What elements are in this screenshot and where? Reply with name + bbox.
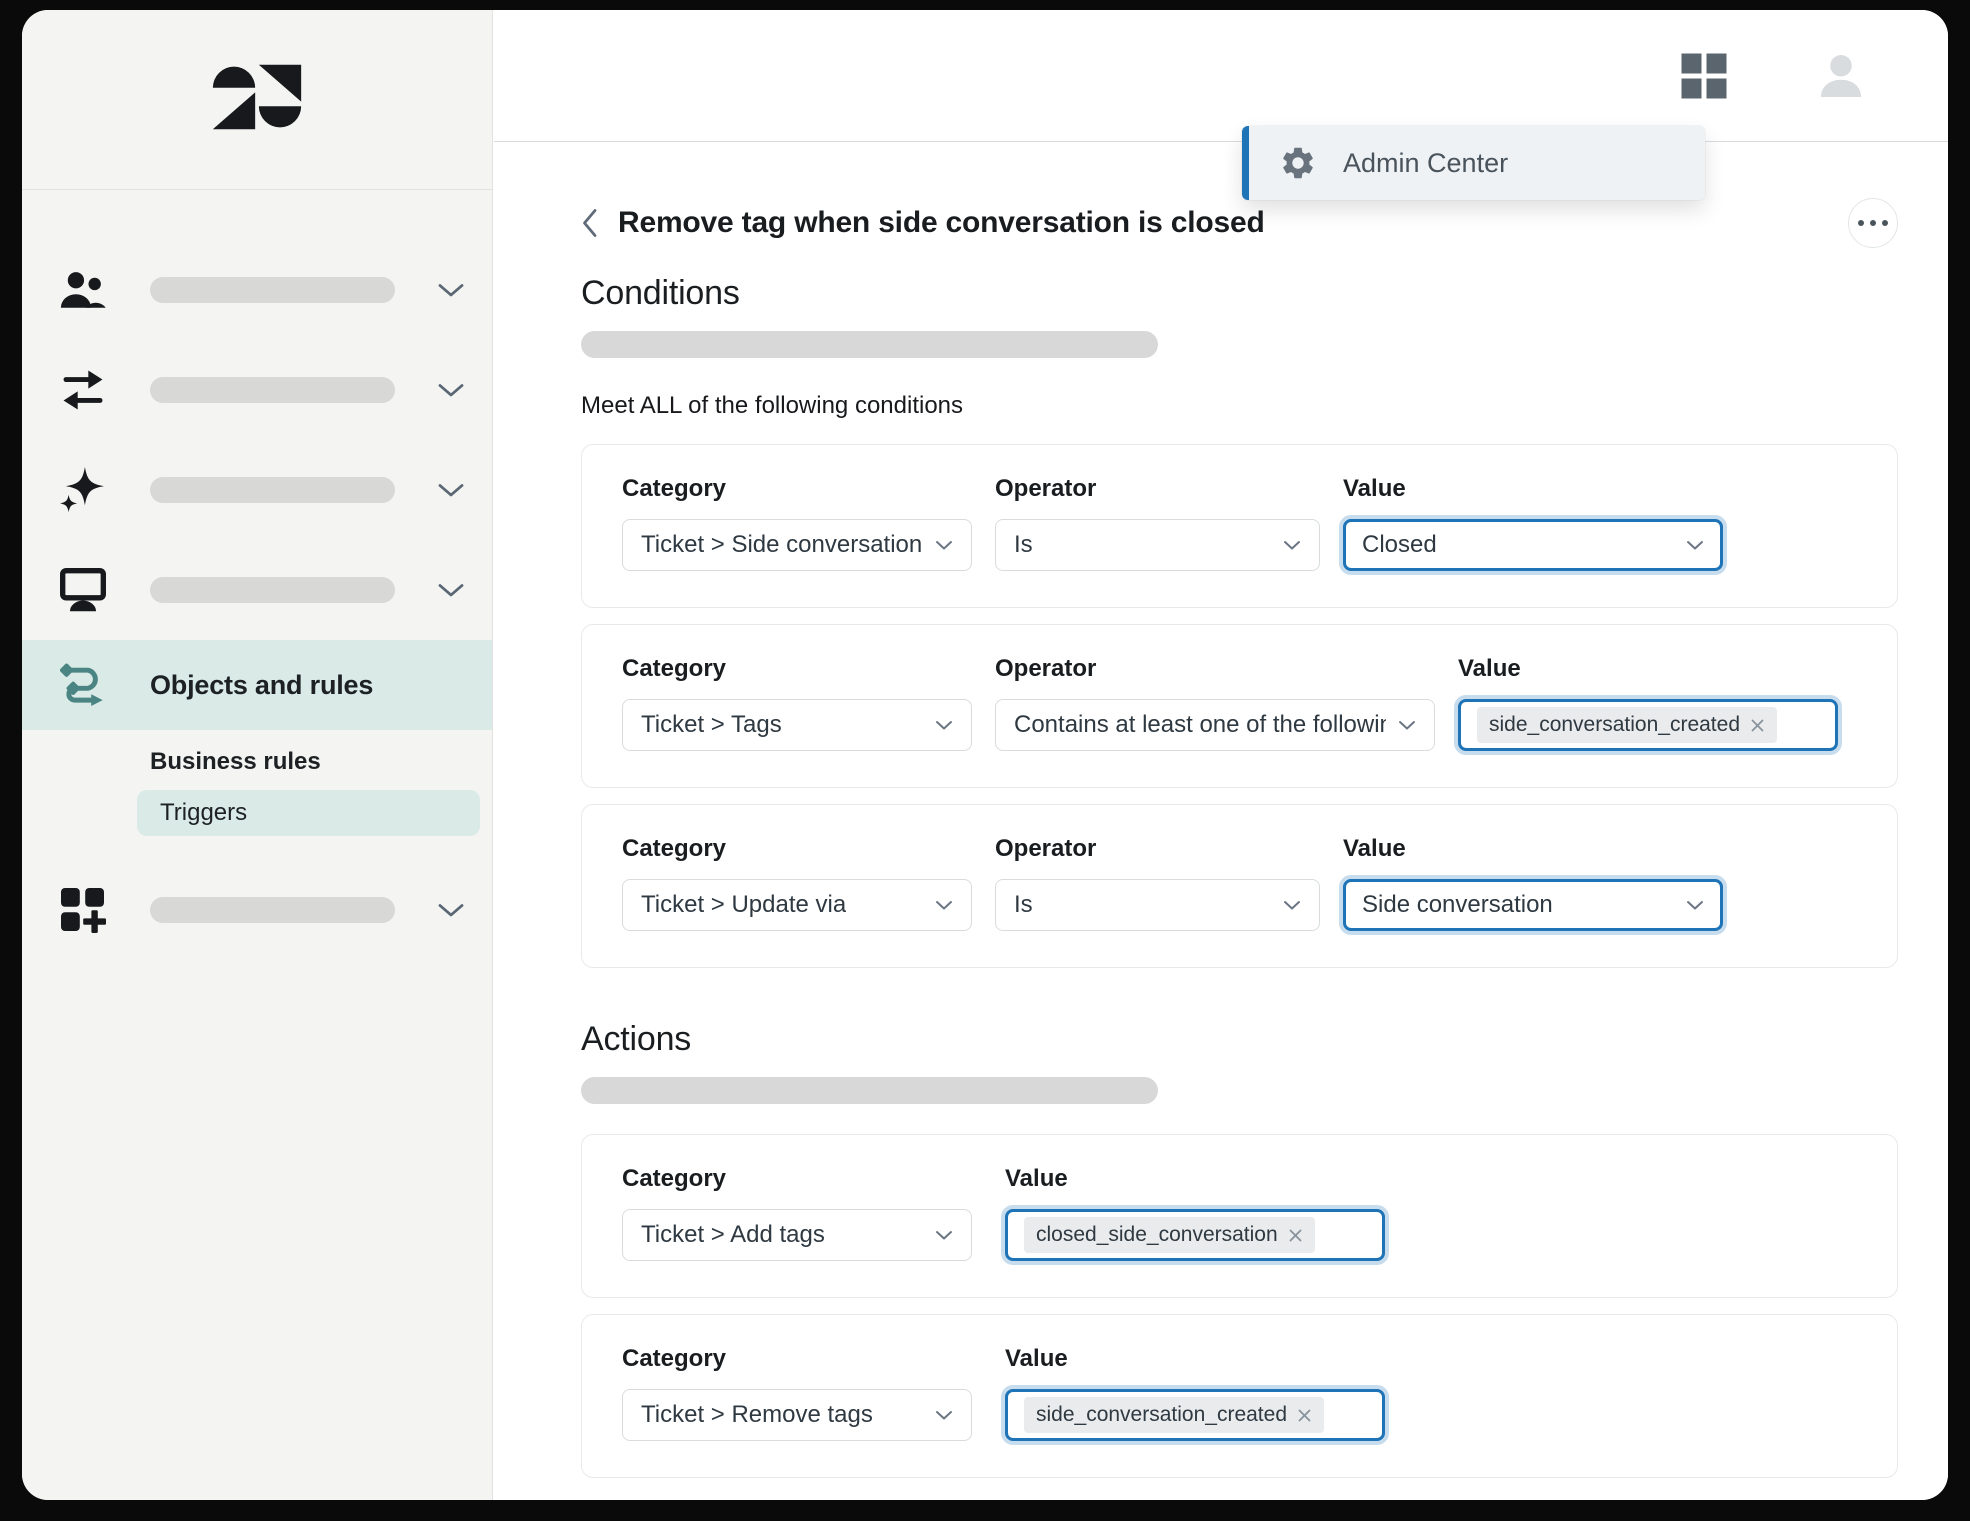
action-row: Category Ticket > Add tags Value closed_… xyxy=(581,1134,1898,1298)
condition-row: Category Ticket > Side conversation Oper… xyxy=(581,444,1898,608)
value-label: Value xyxy=(1005,1345,1385,1373)
category-select[interactable]: Ticket > Add tags xyxy=(622,1209,972,1261)
topbar xyxy=(494,10,1948,142)
chevron-down-icon xyxy=(438,283,464,298)
zendesk-logo-icon xyxy=(211,61,303,138)
category-label: Category xyxy=(622,835,972,863)
condition-row: Category Ticket > Update via Operator Is… xyxy=(581,804,1898,968)
category-label: Category xyxy=(622,655,972,683)
operator-label: Operator xyxy=(995,475,1320,503)
sidebar-item-ai[interactable] xyxy=(22,440,492,540)
condition-row: Category Ticket > Tags Operator Contains… xyxy=(581,624,1898,788)
logo-area xyxy=(22,10,492,190)
sub-item-label: Business rules xyxy=(150,748,321,776)
value-label: Value xyxy=(1458,655,1838,683)
value-tag-input[interactable]: side_conversation_created xyxy=(1005,1389,1385,1441)
tag-pill: side_conversation_created xyxy=(1024,1397,1324,1433)
product-grid-icon[interactable] xyxy=(1679,51,1729,101)
meet-all-text: Meet ALL of the following conditions xyxy=(581,392,1898,420)
sparkles-icon xyxy=(60,467,106,513)
tag-pill: side_conversation_created xyxy=(1477,707,1777,743)
action-row: Category Ticket > Remove tags Value side… xyxy=(581,1314,1898,1478)
conditions-heading: Conditions xyxy=(581,274,1898,313)
sidebar-item-people[interactable] xyxy=(22,240,492,340)
value-label: Value xyxy=(1343,835,1723,863)
dot xyxy=(1870,220,1876,226)
chevron-down-icon xyxy=(438,483,464,498)
remove-tag-icon[interactable] xyxy=(1288,1228,1303,1243)
app-window: Objects and rules Business rules Trigger… xyxy=(22,10,1948,1500)
sidebar-item-triggers[interactable]: Triggers xyxy=(137,790,480,836)
nav-label-placeholder xyxy=(150,477,395,503)
dot xyxy=(1882,220,1888,226)
sidebar-item-channels[interactable] xyxy=(22,340,492,440)
sidebar-item-apps[interactable] xyxy=(22,860,492,960)
nav-label-placeholder xyxy=(150,577,395,603)
description-placeholder xyxy=(581,1077,1158,1104)
sub-item-label: Triggers xyxy=(160,799,247,827)
value-select[interactable]: Closed xyxy=(1343,519,1723,571)
value-label: Value xyxy=(1005,1165,1385,1193)
value-select[interactable]: Side conversation xyxy=(1343,879,1723,931)
category-label: Category xyxy=(622,475,972,503)
overflow-menu-button[interactable] xyxy=(1848,198,1898,248)
chevron-down-icon xyxy=(438,383,464,398)
chevron-down-icon xyxy=(1271,540,1301,551)
sidebar-nav: Objects and rules Business rules Trigger… xyxy=(22,190,492,960)
gear-icon xyxy=(1279,144,1317,182)
dot xyxy=(1858,220,1864,226)
back-chevron-icon[interactable] xyxy=(581,208,598,238)
category-select[interactable]: Ticket > Remove tags xyxy=(622,1389,972,1441)
category-label: Category xyxy=(622,1165,972,1193)
actions-heading: Actions xyxy=(581,1020,1898,1059)
nav-label-placeholder xyxy=(150,277,395,303)
page-title: Remove tag when side conversation is clo… xyxy=(618,206,1265,240)
transfer-arrows-icon xyxy=(60,367,106,413)
active-indicator-bar xyxy=(1242,126,1249,200)
operator-select[interactable]: Is xyxy=(995,879,1320,931)
sidebar: Objects and rules Business rules Trigger… xyxy=(22,10,493,1500)
sidebar-item-objects-and-rules[interactable]: Objects and rules xyxy=(22,640,492,730)
remove-tag-icon[interactable] xyxy=(1297,1408,1312,1423)
chevron-down-icon xyxy=(1386,720,1416,731)
admin-center-label: Admin Center xyxy=(1343,148,1508,179)
value-tag-input[interactable]: closed_side_conversation xyxy=(1005,1209,1385,1261)
chevron-down-icon xyxy=(923,900,953,911)
remove-tag-icon[interactable] xyxy=(1750,718,1765,733)
category-label: Category xyxy=(622,1345,972,1373)
operator-select[interactable]: Is xyxy=(995,519,1320,571)
workflow-icon xyxy=(60,662,106,708)
tag-pill: closed_side_conversation xyxy=(1024,1217,1315,1253)
operator-label: Operator xyxy=(995,835,1320,863)
page-content: Remove tag when side conversation is clo… xyxy=(494,198,1948,1500)
description-placeholder xyxy=(581,331,1158,358)
chevron-down-icon xyxy=(1674,900,1704,911)
value-label: Value xyxy=(1343,475,1723,503)
nav-label-placeholder xyxy=(150,897,395,923)
category-select[interactable]: Ticket > Tags xyxy=(622,699,972,751)
chevron-down-icon xyxy=(1271,900,1301,911)
chevron-down-icon xyxy=(438,903,464,918)
main-area: Admin Center Remove tag when side conver… xyxy=(494,10,1948,1500)
people-icon xyxy=(60,267,106,313)
chevron-down-icon xyxy=(923,1410,953,1421)
nav-label-placeholder xyxy=(150,377,395,403)
user-avatar-icon[interactable] xyxy=(1813,48,1869,104)
sidebar-item-business-rules[interactable]: Business rules xyxy=(22,736,492,788)
category-select[interactable]: Ticket > Update via xyxy=(622,879,972,931)
chevron-down-icon xyxy=(1674,540,1704,551)
value-tag-input[interactable]: side_conversation_created xyxy=(1458,699,1838,751)
operator-label: Operator xyxy=(995,655,1435,683)
sidebar-item-label: Objects and rules xyxy=(150,670,373,701)
chevron-down-icon xyxy=(438,583,464,598)
admin-center-menu-item[interactable]: Admin Center xyxy=(1242,126,1705,200)
operator-select[interactable]: Contains at least one of the following xyxy=(995,699,1435,751)
apps-grid-plus-icon xyxy=(60,887,106,933)
chevron-down-icon xyxy=(923,1230,953,1241)
category-select[interactable]: Ticket > Side conversation xyxy=(622,519,972,571)
sidebar-item-workspaces[interactable] xyxy=(22,540,492,640)
chevron-down-icon xyxy=(923,540,953,551)
monitor-person-icon xyxy=(60,567,106,613)
chevron-down-icon xyxy=(923,720,953,731)
